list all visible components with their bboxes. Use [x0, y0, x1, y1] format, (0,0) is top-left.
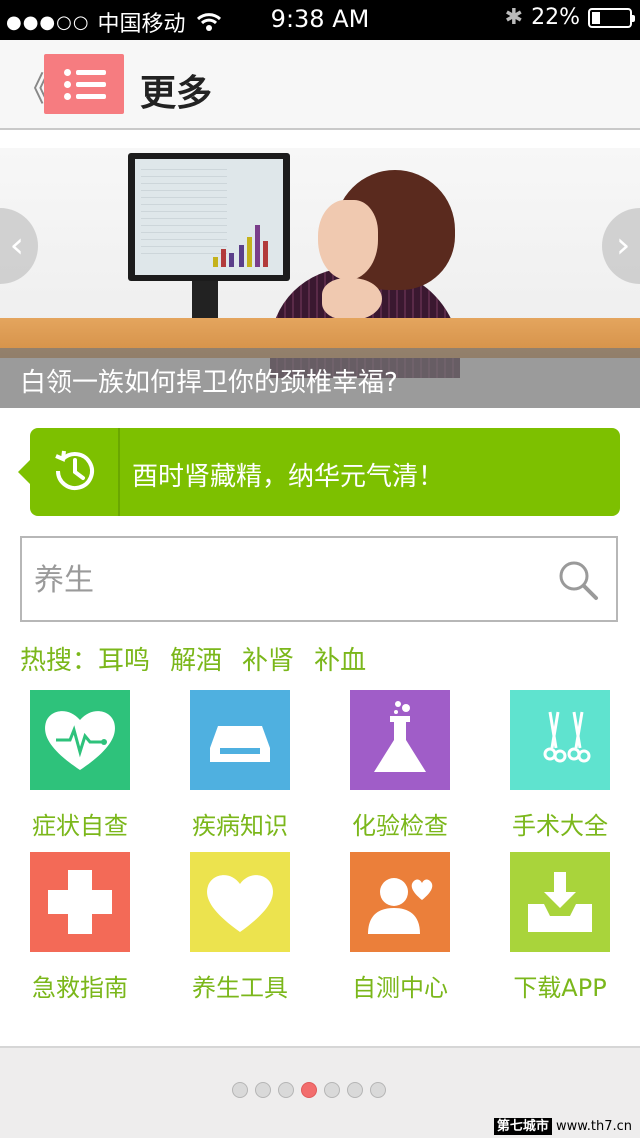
search-input[interactable]	[32, 554, 536, 606]
page-dot[interactable]	[232, 1082, 248, 1098]
hot-keyword[interactable]: 耳鸣	[98, 646, 150, 676]
hot-search: 热搜：耳鸣 解酒 补肾 补血	[20, 640, 366, 677]
surgical-scissors-icon	[510, 690, 610, 790]
tile-disease-knowledge[interactable]: 疾病知识	[160, 690, 320, 852]
tile-label: 手术大全	[512, 812, 608, 840]
drive-icon	[190, 690, 290, 790]
bluetooth-icon: ✱	[504, 5, 524, 30]
tile-label: 急救指南	[32, 974, 128, 1002]
hot-keyword[interactable]: 解酒	[170, 646, 222, 676]
battery-percent: 22%	[531, 5, 580, 30]
bottom-bar: 第七城市 www.th7.cn	[0, 1046, 640, 1138]
navigation-bar: 《 更多	[0, 40, 640, 130]
search-icon[interactable]	[556, 558, 600, 602]
search-box	[20, 536, 618, 622]
tile-first-aid[interactable]: 急救指南	[0, 852, 160, 1014]
banner-caption: 白领一族如何捍卫你的颈椎幸福?	[20, 368, 398, 398]
hot-search-label: 热搜：	[20, 646, 99, 676]
status-bar: ●●●○○ 中国移动 9:38 AM ✱ 22%	[0, 0, 640, 40]
tile-download-app[interactable]: 下载APP	[480, 852, 640, 1014]
page-indicator	[232, 1082, 393, 1098]
page-dot[interactable]	[255, 1082, 271, 1098]
banner-carousel[interactable]: 白领一族如何捍卫你的颈椎幸福? ‹ ›	[0, 148, 640, 408]
tile-lab-tests[interactable]: 化验检查	[320, 690, 480, 852]
watermark-url: www.th7.cn	[556, 1119, 632, 1134]
hot-keyword[interactable]: 补肾	[242, 646, 294, 676]
page-dot-active[interactable]	[301, 1082, 317, 1098]
banner-caption-bar: 白领一族如何捍卫你的颈椎幸福?	[0, 348, 640, 408]
heart-icon	[190, 852, 290, 952]
tile-symptom-check[interactable]: 症状自查	[0, 690, 160, 852]
battery-icon	[588, 7, 635, 28]
page-dot[interactable]	[347, 1082, 363, 1098]
flask-icon	[350, 690, 450, 790]
tile-label: 养生工具	[192, 974, 288, 1002]
watermark: 第七城市 www.th7.cn	[493, 1115, 632, 1135]
tile-surgery-guide[interactable]: 手术大全	[480, 690, 640, 852]
tile-label: 疾病知识	[192, 812, 288, 840]
page-title: 更多	[140, 73, 213, 114]
history-clock-icon	[55, 450, 94, 491]
tile-self-test[interactable]: 自测中心	[320, 852, 480, 1014]
page-dot[interactable]	[370, 1082, 386, 1098]
health-tip-banner[interactable]: 酉时肾藏精，纳华元气清！	[18, 428, 620, 516]
user-heart-icon	[350, 852, 450, 952]
download-tray-icon	[510, 852, 610, 952]
health-tip-text: 酉时肾藏精，纳华元气清！	[132, 462, 445, 492]
page-dot[interactable]	[278, 1082, 294, 1098]
tile-label: 症状自查	[32, 812, 128, 840]
watermark-site-name: 第七城市	[493, 1118, 552, 1135]
tile-label: 自测中心	[352, 974, 448, 1002]
medical-cross-icon	[30, 852, 130, 952]
menu-button[interactable]	[44, 54, 124, 114]
tile-label: 化验检查	[352, 812, 448, 840]
heart-pulse-icon	[30, 690, 130, 790]
hot-keyword[interactable]: 补血	[314, 646, 366, 676]
tile-health-tools[interactable]: 养生工具	[160, 852, 320, 1014]
tile-label: 下载APP	[513, 974, 607, 1002]
page-dot[interactable]	[324, 1082, 340, 1098]
